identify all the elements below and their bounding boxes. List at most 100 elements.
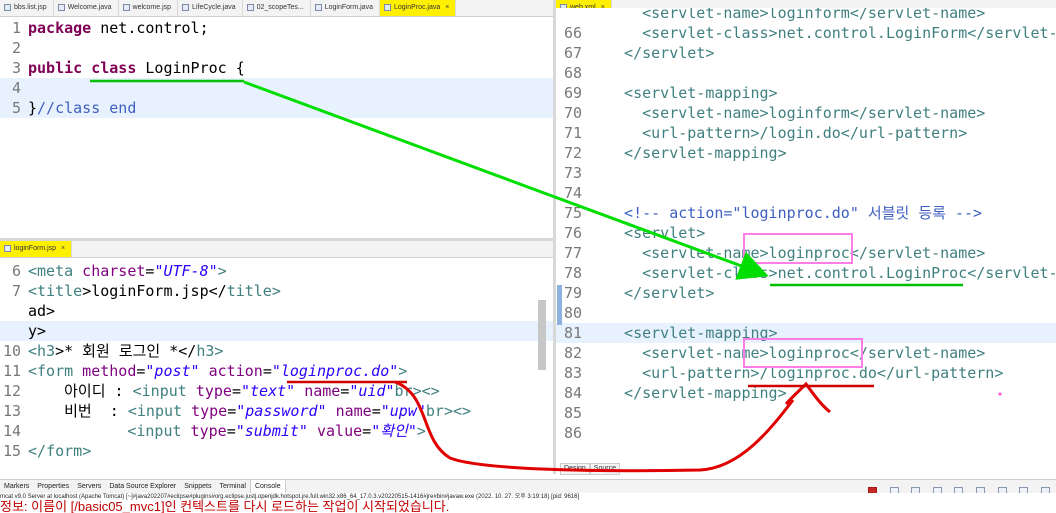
java-file-icon [314, 3, 322, 11]
code-line: 72 </servlet-mapping> [556, 143, 1056, 163]
view-tab-4[interactable]: Snippets [180, 480, 215, 494]
view-tab-6[interactable]: Console [249, 480, 286, 494]
tab-6[interactable]: LoginProc.java × [379, 0, 457, 16]
view-tab-2[interactable]: Servers [73, 480, 105, 494]
tab-1[interactable]: Welcome.java [54, 0, 119, 16]
code-text: <!-- action="loginproc.do" 서블릿 등록 --> [606, 204, 983, 222]
code-token: "uid" [349, 382, 395, 400]
code-text: </servlet-mapping> [606, 144, 787, 162]
code-text: <servlet-name>loginform</servlet-name> [606, 104, 986, 122]
line-number: 68 [563, 64, 582, 82]
code-token: = [227, 402, 237, 420]
line-number: 77 [563, 244, 582, 262]
code-line: 11 <form method="post" action="loginproc.… [0, 361, 553, 381]
tab-label: 02_scopeTes... [256, 4, 304, 11]
code-token: > [430, 382, 440, 400]
code-token: > [416, 422, 426, 440]
code-text: <servlet-class>net.control.LoginProc</se… [642, 264, 1056, 282]
code-token: </ [28, 442, 47, 460]
code-token: "text" [241, 382, 296, 400]
code-line: 67 </servlet> [556, 43, 1056, 63]
view-tab-3[interactable]: Data Source Explorer [105, 480, 180, 494]
code-line: 71 <url-pattern>/login.do</url-pattern> [556, 123, 1056, 143]
java-file-icon [122, 3, 130, 11]
code-text: }//class end [28, 99, 136, 117]
code-token: charset [73, 262, 146, 280]
code-token: h3 [37, 342, 56, 360]
line-number: 67 [563, 44, 582, 62]
tab-2[interactable]: welcome.jsp [119, 0, 179, 16]
code-line: y> [0, 321, 553, 341]
code-token: form [37, 362, 74, 380]
code-token: input [136, 402, 183, 420]
view-tab-1[interactable]: Properties [33, 480, 73, 494]
code-text: </servlet> [606, 44, 715, 62]
code-token: 아이디 : [28, 382, 133, 400]
code-token: type [181, 422, 227, 440]
code-token: package [28, 19, 92, 37]
line-number: 10 [2, 342, 21, 360]
line-number: 4 [11, 79, 21, 97]
code-token: > [82, 442, 92, 460]
horizontal-splitter[interactable] [0, 238, 553, 241]
code-line: 5}//class end [0, 98, 553, 118]
code-line: 70 <servlet-name>loginform</servlet-name… [556, 103, 1056, 123]
code-line: 12 아이디 : <input type="text" name="uid"br… [0, 381, 553, 401]
code-line: 2 [0, 38, 553, 58]
java-editor[interactable]: 1 package net.control; 2 3 public class Logi… [0, 17, 553, 238]
code-line: 73 [556, 163, 1056, 183]
line-number: 70 [563, 104, 582, 122]
code-token: type [182, 402, 228, 420]
webxml-scrollbar-thumb[interactable] [557, 285, 562, 325]
code-line: 69 <servlet-mapping> [556, 83, 1056, 103]
code-text: </form> [28, 442, 91, 460]
code-token: "UTF-8" [154, 262, 218, 280]
line-number: 78 [563, 264, 582, 282]
view-tab-5[interactable]: Terminal [215, 480, 249, 494]
tab-design[interactable]: Design [560, 463, 590, 475]
tab-5[interactable]: LoginForm.java [311, 0, 380, 16]
line-number: 15 [2, 442, 21, 460]
code-token: > [462, 402, 472, 420]
line-number: 81 [563, 324, 582, 342]
code-text: ad> [28, 302, 55, 320]
code-text: package net.control; [28, 19, 209, 37]
line-number: 76 [563, 224, 582, 242]
tab-4[interactable]: 02_scopeTes... [243, 0, 311, 16]
code-token: = [371, 402, 381, 420]
code-token: type [186, 382, 232, 400]
code-token: //class end [37, 99, 137, 117]
code-text: <meta charset="UTF-8"> [28, 262, 227, 280]
code-token: ad> [28, 302, 56, 320]
line-number: 14 [2, 422, 21, 440]
tab-0[interactable]: bbs.list.jsp [0, 0, 54, 16]
code-token: < [28, 342, 38, 360]
line-number: 83 [563, 364, 582, 382]
code-token: name [295, 382, 341, 400]
vertical-splitter[interactable] [553, 0, 556, 474]
tab-source[interactable]: Source [589, 463, 620, 475]
line-number: 82 [563, 344, 582, 362]
code-token: < [28, 362, 38, 380]
code-line: 80 [556, 303, 1056, 323]
code-token: > [271, 282, 281, 300]
jsp-editor[interactable]: 6 <meta charset="UTF-8"> 7 <title>loginForm… [0, 258, 553, 474]
tab-login-form-jsp[interactable]: loginForm.jsp × [0, 241, 73, 257]
line-number: 7 [11, 282, 21, 300]
line-number: 74 [563, 184, 582, 202]
close-icon[interactable]: × [61, 245, 65, 252]
line-number: 1 [11, 19, 21, 37]
line-number: 71 [563, 124, 582, 142]
code-token: "submit" [235, 422, 308, 440]
jsp-scrollbar-thumb[interactable] [538, 300, 546, 370]
code-line: 6 <meta charset="UTF-8"> [0, 261, 553, 281]
jsp-tabbar: loginForm.jsp × [0, 241, 553, 258]
tab-label: LifeCycle.java [192, 4, 236, 11]
code-token: < [132, 382, 142, 400]
code-token: br [394, 382, 413, 400]
tab-3[interactable]: LifeCycle.java [178, 0, 243, 16]
code-token: input [141, 382, 187, 400]
view-tab-0[interactable]: Markers [0, 480, 33, 494]
java-file-icon [383, 3, 391, 11]
code-token: >< [443, 402, 463, 420]
